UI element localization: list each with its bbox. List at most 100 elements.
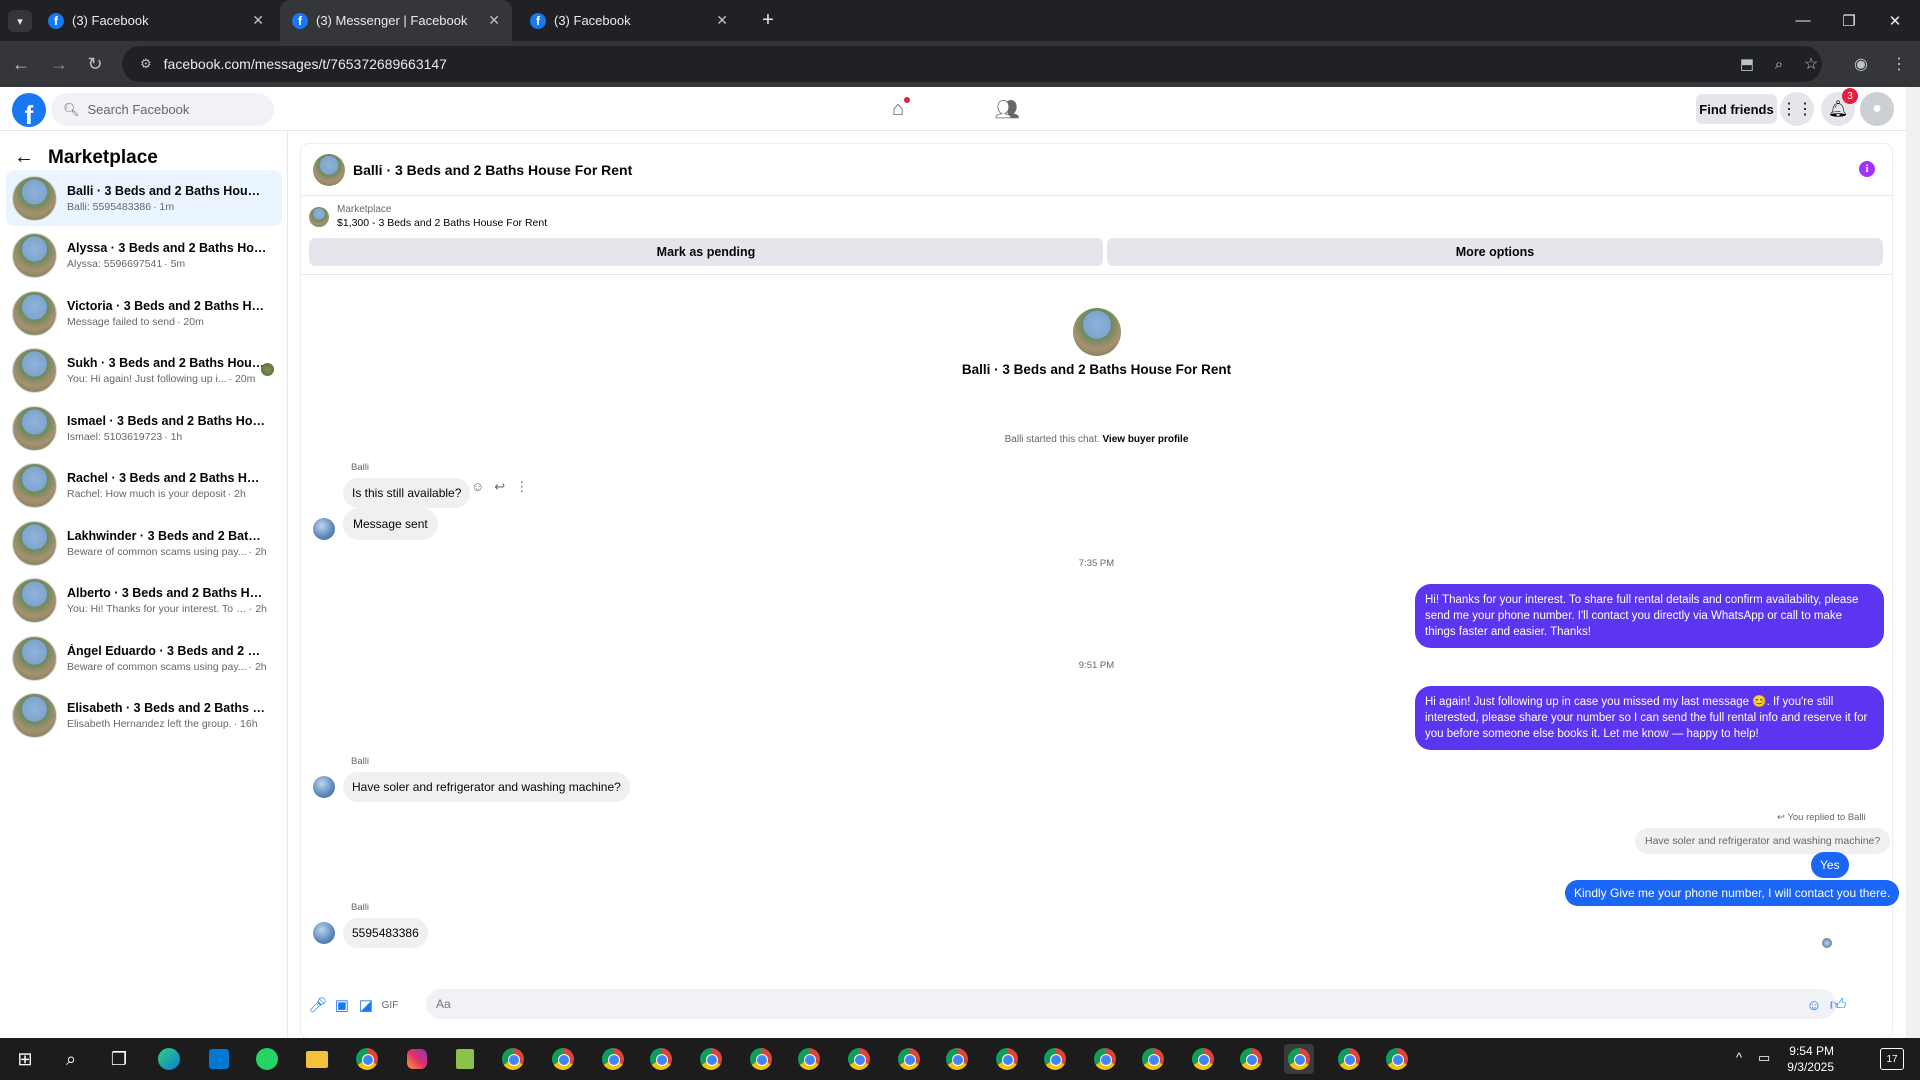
more-options-button[interactable]: More options bbox=[1107, 238, 1883, 266]
back-arrow-icon[interactable]: ← bbox=[6, 49, 36, 79]
chrome-profile-icon-active[interactable] bbox=[1284, 1044, 1314, 1074]
profile-icon[interactable]: ◉ bbox=[1846, 49, 1876, 79]
gif-icon[interactable]: GIF bbox=[381, 996, 399, 1014]
tab-facebook-1[interactable]: f (3) Facebook ✕ bbox=[36, 0, 276, 41]
close-tab-icon[interactable]: ✕ bbox=[488, 12, 500, 29]
microphone-icon[interactable]: 🎤︎ bbox=[308, 996, 327, 1014]
sender-avatar[interactable] bbox=[313, 922, 335, 944]
search-input[interactable]: Search Facebook bbox=[88, 102, 190, 117]
conversation-item[interactable]: Lakhwinder · 3 Beds and 2 Baths H... Bew… bbox=[6, 515, 282, 571]
message-bubble-outgoing[interactable]: Hi! Thanks for your interest. To share f… bbox=[1415, 584, 1884, 648]
chrome-profile-icon[interactable] bbox=[1138, 1044, 1168, 1074]
chrome-profile-icon[interactable] bbox=[894, 1044, 924, 1074]
message-input[interactable] bbox=[426, 989, 1836, 1019]
edge-icon[interactable] bbox=[154, 1044, 184, 1074]
message-bubble-outgoing[interactable]: Hi again! Just following up in case you … bbox=[1415, 686, 1884, 750]
menu-grid-icon[interactable]: ⋮⋮ bbox=[1780, 92, 1814, 126]
chrome-profile-icon[interactable] bbox=[794, 1044, 824, 1074]
search-bar[interactable]: 🔍︎ Search Facebook bbox=[51, 93, 274, 126]
page-scrollbar[interactable] bbox=[1906, 87, 1920, 1038]
restore-icon[interactable]: ❐ bbox=[1826, 0, 1872, 41]
message-bubble-incoming[interactable]: Is this still available? bbox=[343, 478, 471, 508]
chrome-profile-icon[interactable] bbox=[1334, 1044, 1364, 1074]
more-dots-icon[interactable]: ⋮ bbox=[515, 479, 528, 495]
conversation-item[interactable]: Ismael · 3 Beds and 2 Baths House... Ism… bbox=[6, 400, 282, 456]
conversation-item[interactable]: Alyssa · 3 Beds and 2 Baths House ... Al… bbox=[6, 227, 282, 283]
mark-as-pending-button[interactable]: Mark as pending bbox=[309, 238, 1103, 266]
bookmark-star-icon[interactable]: ☆ bbox=[1796, 49, 1826, 79]
chrome-profile-icon[interactable] bbox=[1090, 1044, 1120, 1074]
chrome-profile-icon[interactable] bbox=[1188, 1044, 1218, 1074]
chrome-profile-icon[interactable] bbox=[746, 1044, 776, 1074]
conversation-item[interactable]: Ángel Eduardo · 3 Beds and 2 Bath... Bew… bbox=[6, 630, 282, 686]
back-arrow-icon[interactable]: ← bbox=[14, 146, 34, 169]
tab-search-chevron-icon[interactable]: ▾ bbox=[8, 10, 32, 32]
find-friends-button[interactable]: Find friends bbox=[1696, 94, 1777, 124]
message-bubble-incoming[interactable]: Message sent bbox=[343, 508, 438, 540]
thumbs-up-icon[interactable]: 👍︎ bbox=[1829, 996, 1847, 1014]
close-tab-icon[interactable]: ✕ bbox=[252, 12, 264, 29]
instagram-icon[interactable] bbox=[402, 1044, 432, 1074]
chrome-profile-icon[interactable] bbox=[1382, 1044, 1412, 1074]
site-info-icon[interactable]: ⚙ bbox=[140, 56, 152, 72]
notification-center-icon[interactable]: 17 bbox=[1880, 1048, 1904, 1070]
task-view-icon[interactable]: ❐ bbox=[104, 1044, 134, 1074]
quoted-message[interactable]: Have soler and refrigerator and washing … bbox=[1635, 828, 1891, 854]
search-icon[interactable]: ⌕ bbox=[56, 1044, 86, 1074]
install-app-icon[interactable]: ⬒ bbox=[1732, 49, 1762, 79]
whatsapp-icon[interactable] bbox=[252, 1044, 282, 1074]
conversation-item[interactable]: Victoria · 3 Beds and 2 Baths Hous... Me… bbox=[6, 285, 282, 341]
message-bubble-outgoing[interactable]: Kindly Give me your phone number, I will… bbox=[1565, 880, 1900, 906]
emoji-icon[interactable]: ☺ bbox=[1805, 996, 1823, 1014]
listing-thumbnail[interactable] bbox=[313, 153, 345, 186]
account-avatar[interactable]: ● bbox=[1860, 92, 1894, 126]
react-emoji-icon[interactable]: ☺ bbox=[471, 479, 484, 495]
view-buyer-profile-link[interactable]: View buyer profile bbox=[1102, 434, 1188, 445]
zoom-icon[interactable]: ⌕ bbox=[1764, 49, 1794, 79]
chat-title[interactable]: Balli · 3 Beds and 2 Baths House For Ren… bbox=[353, 162, 632, 178]
notepad-icon[interactable] bbox=[450, 1044, 480, 1074]
close-tab-icon[interactable]: ✕ bbox=[716, 12, 728, 29]
chrome-profile-icon[interactable] bbox=[992, 1044, 1022, 1074]
reload-icon[interactable]: ↻ bbox=[80, 49, 110, 79]
tray-chevron-icon[interactable]: ^ bbox=[1736, 1050, 1742, 1065]
message-bubble-outgoing[interactable]: Yes bbox=[1811, 852, 1849, 878]
tab-messenger[interactable]: f (3) Messenger | Facebook ✕ bbox=[280, 0, 512, 41]
window-close-icon[interactable]: ✕ bbox=[1872, 0, 1918, 41]
chrome-profile-icon[interactable] bbox=[598, 1044, 628, 1074]
chrome-icon[interactable] bbox=[352, 1044, 382, 1074]
address-bar[interactable]: ⚙ facebook.com/messages/t/76537268966314… bbox=[122, 46, 1822, 82]
network-icon[interactable]: ▭ bbox=[1758, 1050, 1770, 1066]
conversation-item[interactable]: Rachel · 3 Beds and 2 Baths House... Rac… bbox=[6, 457, 282, 513]
chrome-profile-icon[interactable] bbox=[1040, 1044, 1070, 1074]
chrome-profile-icon[interactable] bbox=[1236, 1044, 1266, 1074]
info-icon[interactable]: i bbox=[1859, 161, 1875, 177]
store-icon[interactable] bbox=[204, 1044, 234, 1074]
forward-arrow-icon[interactable]: → bbox=[44, 49, 74, 79]
chrome-profile-icon[interactable] bbox=[942, 1044, 972, 1074]
chrome-profile-icon[interactable] bbox=[844, 1044, 874, 1074]
friends-icon[interactable]: 👥︎ bbox=[993, 95, 1021, 123]
conversation-item[interactable]: Sukh · 3 Beds and 2 Baths Hous... You: H… bbox=[6, 342, 282, 398]
taskbar-clock[interactable]: 9:54 PM 9/3/2025 bbox=[1774, 1043, 1834, 1075]
sticker-icon[interactable]: ◪ bbox=[357, 996, 375, 1014]
message-bubble-incoming[interactable]: 5595483386 bbox=[343, 918, 428, 948]
chrome-profile-icon[interactable] bbox=[646, 1044, 676, 1074]
file-explorer-icon[interactable] bbox=[302, 1044, 332, 1074]
listing-summary[interactable]: Marketplace $1,300 - 3 Beds and 2 Baths … bbox=[309, 204, 547, 229]
reply-icon[interactable]: ↩ bbox=[494, 479, 505, 495]
chrome-profile-icon[interactable] bbox=[696, 1044, 726, 1074]
conversation-item[interactable]: Balli · 3 Beds and 2 Baths House F... Ba… bbox=[6, 170, 282, 226]
chrome-menu-icon[interactable]: ⋮ bbox=[1884, 49, 1914, 79]
chrome-profile-icon[interactable] bbox=[548, 1044, 578, 1074]
conversation-item[interactable]: Alberto · 3 Beds and 2 Baths Hous... You… bbox=[6, 572, 282, 628]
sender-avatar[interactable] bbox=[313, 776, 335, 798]
minimize-icon[interactable]: — bbox=[1780, 0, 1826, 41]
photo-icon[interactable]: ▣ bbox=[333, 996, 351, 1014]
conversation-item[interactable]: Elisabeth · 3 Beds and 2 Baths Hou... El… bbox=[6, 687, 282, 743]
new-tab-plus-icon[interactable]: + bbox=[756, 8, 780, 32]
sender-avatar[interactable] bbox=[313, 518, 335, 540]
chrome-profile-icon[interactable] bbox=[498, 1044, 528, 1074]
windows-start-icon[interactable]: ⊞ bbox=[10, 1044, 40, 1074]
tab-facebook-2[interactable]: f (3) Facebook ✕ bbox=[518, 0, 740, 41]
